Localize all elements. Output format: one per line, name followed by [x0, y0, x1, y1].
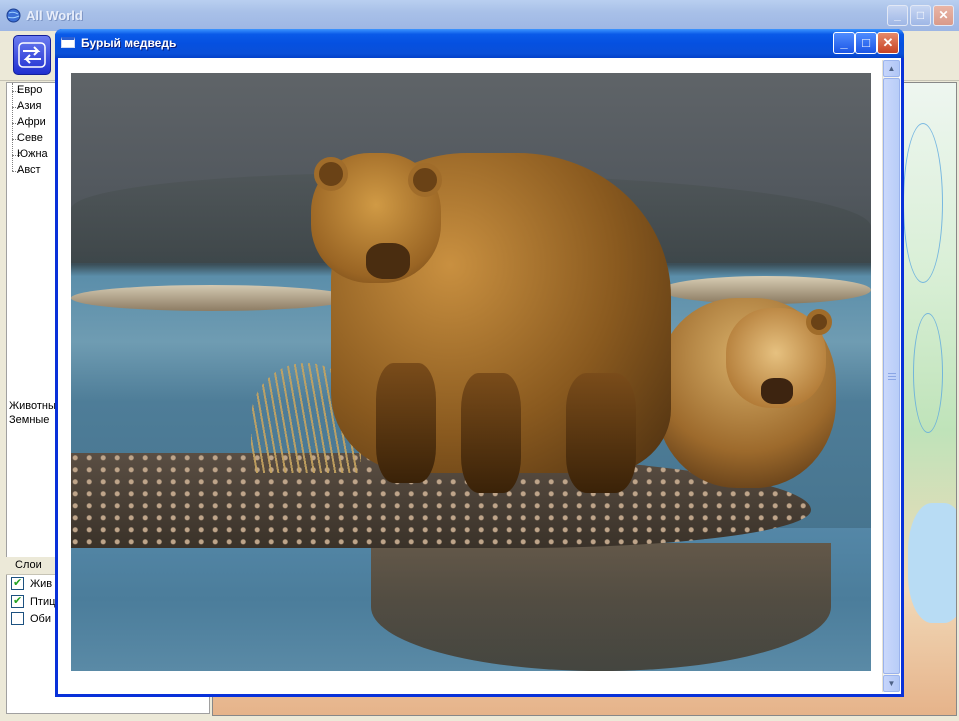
swap-arrows-button[interactable] — [13, 35, 51, 75]
scroll-up-button[interactable]: ▲ — [883, 60, 900, 77]
bear-adult-leg — [461, 373, 521, 493]
map-sea — [908, 503, 956, 623]
child-maximize-button[interactable]: □ — [855, 32, 877, 54]
bear-adult-ear — [408, 163, 442, 197]
image-viewport[interactable]: ▲ ▼ — [58, 58, 901, 694]
globe-app-icon — [6, 8, 21, 23]
scroll-grip — [888, 376, 896, 377]
main-window-title: All World — [26, 8, 83, 23]
layer-row-animals[interactable]: Жив — [11, 576, 53, 593]
tree-item-asia[interactable]: Азия — [11, 100, 41, 112]
tree-item-south-america[interactable]: Южна — [12, 148, 48, 160]
layers-tab-label: Слои — [15, 559, 42, 571]
bear-cub-ear — [806, 309, 832, 335]
layer-checkbox-animals[interactable] — [11, 576, 24, 590]
child-window-title: Бурый медведь — [81, 36, 177, 50]
window-icon — [61, 37, 75, 48]
child-close-button[interactable]: ✕ — [877, 32, 899, 54]
layer-label: Птиц — [30, 595, 56, 608]
bear-adult-ear — [314, 157, 348, 191]
map-river — [903, 123, 943, 283]
swap-arrows-icon — [18, 42, 46, 68]
scroll-grip — [888, 379, 896, 380]
scroll-down-button[interactable]: ▼ — [883, 675, 900, 692]
bear-cub-snout — [761, 378, 793, 404]
layer-label: Оби — [30, 612, 52, 625]
description-line-1: Животны — [9, 400, 56, 412]
photo-reflection — [371, 543, 831, 671]
main-close-button[interactable]: ✕ — [933, 5, 954, 26]
main-titlebar[interactable]: All World _ □ ✕ — [0, 0, 959, 31]
description-line-2: Земные — [9, 414, 50, 426]
bear-adult-snout — [366, 243, 410, 279]
child-minimize-button[interactable]: _ — [833, 32, 855, 54]
layer-row-birds[interactable]: Птиц — [11, 594, 56, 611]
tree-item-africa[interactable]: Афри — [12, 116, 46, 128]
layer-checkbox-habitat[interactable] — [11, 612, 24, 625]
photo-far-shore — [71, 285, 351, 311]
layer-label: Жив — [30, 577, 53, 590]
layer-checkbox-birds[interactable] — [11, 594, 24, 608]
main-minimize-button[interactable]: _ — [887, 5, 908, 26]
scroll-grip — [888, 373, 896, 374]
brown-bear-photo — [71, 73, 871, 671]
map-river — [913, 313, 943, 433]
bear-adult-leg — [566, 373, 636, 493]
main-maximize-button[interactable]: □ — [910, 5, 931, 26]
child-titlebar[interactable]: Бурый медведь _ □ ✕ — [55, 29, 904, 58]
bear-image-window: Бурый медведь _ □ ✕ ▲ ▼ — [55, 29, 904, 697]
scroll-thumb[interactable] — [883, 78, 900, 674]
tree-item-europe[interactable]: Евро — [11, 84, 42, 96]
tree-connector — [12, 83, 13, 171]
bear-adult-leg — [376, 363, 436, 483]
tree-item-north-america[interactable]: Севе — [12, 132, 43, 144]
layer-row-habitat[interactable]: Оби — [11, 612, 51, 628]
vertical-scrollbar[interactable]: ▲ ▼ — [882, 60, 900, 692]
tree-item-australia[interactable]: Авст — [12, 164, 41, 176]
